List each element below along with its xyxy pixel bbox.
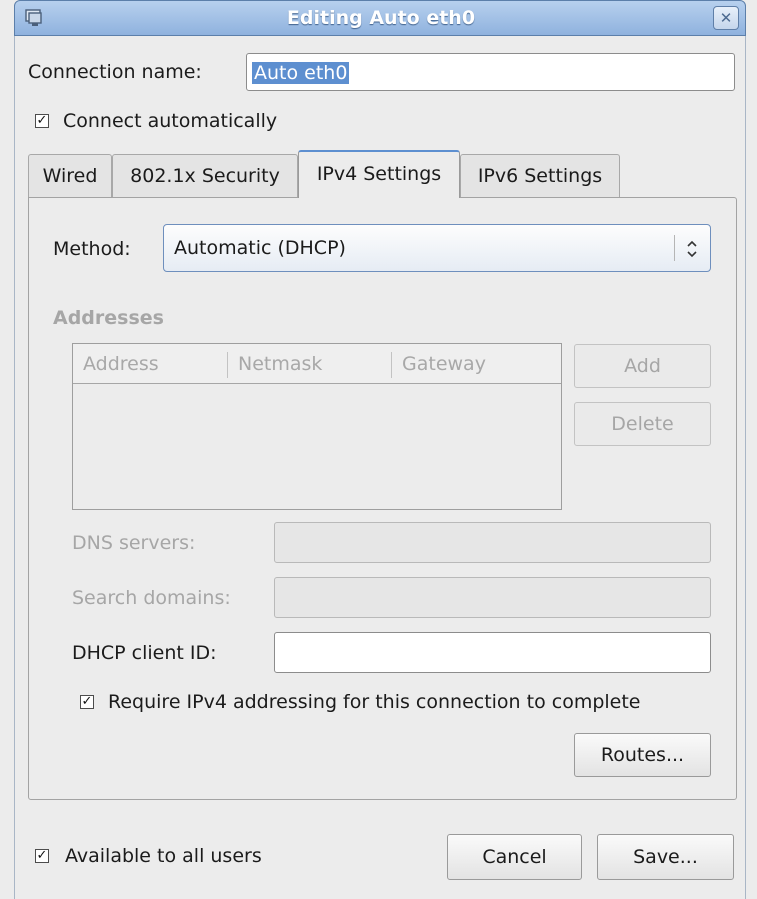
- connect-automatically-label: Connect automatically: [63, 110, 278, 132]
- close-button[interactable]: ✕: [713, 6, 739, 30]
- check-icon: ✓: [81, 694, 93, 709]
- require-ipv4-checkbox[interactable]: ✓: [80, 695, 94, 709]
- dropdown-separator: [674, 235, 675, 261]
- search-domains-input[interactable]: [274, 577, 711, 618]
- tab-ipv4-settings[interactable]: IPv4 Settings: [298, 150, 460, 198]
- dhcp-client-id-label: DHCP client ID:: [72, 642, 217, 664]
- addresses-heading: Addresses: [53, 307, 164, 329]
- check-icon: ✓: [36, 848, 48, 863]
- require-ipv4-label: Require IPv4 addressing for this connect…: [108, 691, 641, 713]
- addresses-table: Address Netmask Gateway: [72, 343, 562, 510]
- dhcp-client-id-input[interactable]: [274, 632, 711, 673]
- column-gateway: Gateway: [402, 353, 486, 375]
- column-address: Address: [83, 353, 159, 375]
- delete-address-button[interactable]: Delete: [574, 402, 711, 446]
- title-bar: Editing Auto eth0 ✕: [14, 0, 746, 36]
- tab-8021x-security[interactable]: 802.1x Security: [112, 154, 298, 197]
- connection-name-input[interactable]: Auto eth0: [246, 53, 735, 91]
- tab-ipv4-settings-label: IPv4 Settings: [316, 163, 442, 185]
- updown-arrows-icon: [682, 237, 702, 261]
- available-all-users-checkbox[interactable]: ✓: [35, 849, 49, 863]
- available-all-users-label: Available to all users: [65, 845, 262, 867]
- addresses-table-header: Address Netmask Gateway: [73, 344, 561, 384]
- column-netmask: Netmask: [238, 353, 323, 375]
- check-icon: ✓: [36, 113, 48, 128]
- tab-wired-label: Wired: [42, 165, 98, 187]
- dns-servers-label: DNS servers:: [72, 532, 196, 554]
- tab-ipv6-settings-label: IPv6 Settings: [477, 165, 603, 187]
- dns-servers-input[interactable]: [274, 522, 711, 563]
- close-icon: ✕: [719, 9, 733, 27]
- window-title: Editing Auto eth0: [286, 7, 476, 29]
- connection-name-label: Connection name:: [28, 61, 202, 83]
- tab-wired[interactable]: Wired: [28, 154, 112, 197]
- add-address-button[interactable]: Add: [574, 344, 711, 388]
- method-value: Automatic (DHCP): [174, 237, 346, 259]
- routes-button[interactable]: Routes...: [574, 733, 711, 777]
- method-dropdown[interactable]: Automatic (DHCP): [163, 224, 711, 272]
- save-button[interactable]: Save...: [597, 834, 734, 880]
- connect-automatically-checkbox[interactable]: ✓: [35, 114, 49, 128]
- tab-8021x-security-label: 802.1x Security: [130, 165, 280, 187]
- tab-ipv6-settings[interactable]: IPv6 Settings: [460, 154, 620, 197]
- connection-name-value: Auto eth0: [252, 62, 350, 84]
- cancel-button[interactable]: Cancel: [447, 834, 582, 880]
- method-label: Method:: [53, 238, 131, 260]
- search-domains-label: Search domains:: [72, 587, 231, 609]
